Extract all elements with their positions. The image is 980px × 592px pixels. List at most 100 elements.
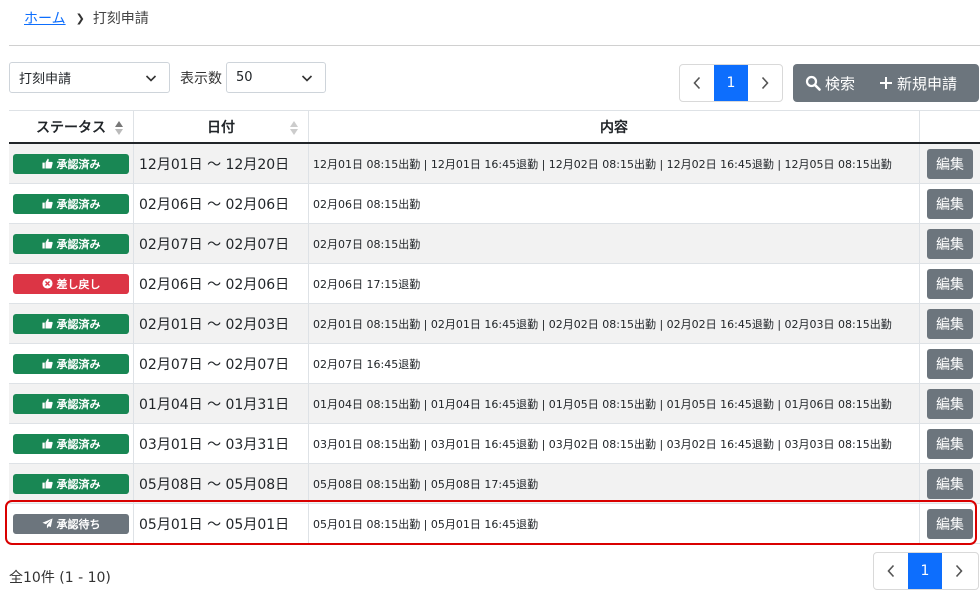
- date-range: 05月01日 〜 05月01日: [134, 504, 309, 543]
- date-range: 02月06日 〜 02月06日: [134, 184, 309, 223]
- count-label: 表示数: [180, 70, 222, 87]
- table-row[interactable]: 差し戻し 02月06日 〜 02月06日 02月06日 17:15退勤 編集: [9, 264, 980, 304]
- count-select-value: 50: [236, 70, 253, 85]
- date-range: 02月06日 〜 02月06日: [134, 264, 309, 303]
- date-range: 03月01日 〜 03月31日: [134, 424, 309, 463]
- paper-plane-icon: [41, 518, 53, 529]
- edit-button[interactable]: 編集: [927, 148, 973, 179]
- total-count: 全10件 (1 - 10): [9, 570, 111, 586]
- content-cell: 12月01日 08:15出勤 | 12月01日 16:45退勤 | 12月02日…: [309, 144, 920, 183]
- type-select[interactable]: 打刻申請: [9, 62, 170, 93]
- content-text: 12月01日 08:15出勤 | 12月01日 16:45退勤 | 12月02日…: [313, 157, 892, 171]
- status-badge: 承認済み: [13, 393, 129, 414]
- action-button-group: 検索 新規申請: [793, 64, 979, 102]
- status-badge-label: 承認済み: [56, 317, 101, 331]
- edit-button[interactable]: 編集: [927, 268, 973, 299]
- edit-button[interactable]: 編集: [927, 228, 973, 259]
- thumbs-up-icon: [41, 478, 53, 489]
- content-text: 05月01日 08:15出勤 | 05月01日 16:45退勤: [313, 517, 539, 531]
- sort-icon: [115, 121, 123, 135]
- breadcrumb-separator-icon: ❯: [75, 11, 85, 25]
- table-row[interactable]: 承認済み 02月06日 〜 02月06日 02月06日 08:15出勤 編集: [9, 184, 980, 224]
- prev-page-button[interactable]: [680, 65, 714, 101]
- thumbs-up-icon: [41, 398, 53, 409]
- status-badge-label: 承認済み: [56, 157, 101, 171]
- content-text: 02月06日 08:15出勤: [313, 197, 421, 211]
- thumbs-up-icon: [41, 358, 53, 369]
- table-row[interactable]: 承認済み 05月08日 〜 05月08日 05月08日 08:15出勤 | 05…: [9, 464, 980, 504]
- chevron-left-icon: [887, 564, 895, 578]
- search-button-label: 検索: [825, 74, 856, 93]
- x-circle-icon: [41, 278, 53, 289]
- status-badge: 承認済み: [13, 473, 129, 494]
- column-header-status[interactable]: ステータス: [9, 111, 134, 142]
- column-header-date[interactable]: 日付: [134, 111, 309, 142]
- new-request-button[interactable]: 新規申請: [867, 64, 969, 102]
- date-range: 01月04日 〜 01月31日: [134, 384, 309, 423]
- status-badge: 差し戻し: [13, 273, 129, 294]
- edit-button[interactable]: 編集: [927, 308, 973, 339]
- status-badge: 承認済み: [13, 313, 129, 334]
- breadcrumb: ホーム ❯ 打刻申請: [24, 8, 149, 28]
- pagination-top: 1: [679, 64, 783, 102]
- status-badge-label: 承認待ち: [56, 517, 101, 531]
- table-row[interactable]: 承認済み 01月04日 〜 01月31日 01月04日 08:15出勤 | 01…: [9, 384, 980, 424]
- content-cell: 02月01日 08:15出勤 | 02月01日 16:45退勤 | 02月02日…: [309, 304, 920, 343]
- status-badge: 承認済み: [13, 433, 129, 454]
- content-text: 02月07日 08:15出勤: [313, 237, 421, 251]
- status-badge-label: 承認済み: [56, 357, 101, 371]
- date-range: 02月07日 〜 02月07日: [134, 224, 309, 263]
- pagination-bottom: 1: [873, 552, 979, 590]
- content-text: 03月01日 08:15出勤 | 03月01日 16:45退勤 | 03月02日…: [313, 437, 892, 451]
- page-button-current[interactable]: 1: [714, 65, 748, 101]
- content-cell: 02月06日 08:15出勤: [309, 184, 920, 223]
- content-text: 05月08日 08:15出勤 | 05月08日 17:45退勤: [313, 477, 539, 491]
- next-page-button[interactable]: [942, 553, 976, 589]
- breadcrumb-home-link[interactable]: ホーム: [24, 8, 66, 28]
- next-page-button[interactable]: [748, 65, 782, 101]
- edit-button[interactable]: 編集: [927, 428, 973, 459]
- chevron-left-icon: [693, 76, 701, 90]
- column-header-status-label: ステータス: [36, 119, 106, 136]
- request-table: ステータス 日付 内容 承認済み 12月01日 〜 12月20日 12月01日 …: [9, 110, 980, 544]
- table-row[interactable]: 承認済み 12月01日 〜 12月20日 12月01日 08:15出勤 | 12…: [9, 144, 980, 184]
- date-range: 12月01日 〜 12月20日: [134, 144, 309, 183]
- table-header: ステータス 日付 内容: [9, 110, 980, 144]
- table-row[interactable]: 承認済み 03月01日 〜 03月31日 03月01日 08:15出勤 | 03…: [9, 424, 980, 464]
- search-button[interactable]: 検索: [793, 64, 867, 102]
- edit-button[interactable]: 編集: [927, 188, 973, 219]
- status-badge-label: 承認済み: [56, 197, 101, 211]
- filter-bar: 打刻申請 表示数 50: [9, 62, 326, 93]
- table-row[interactable]: 承認済み 02月01日 〜 02月03日 02月01日 08:15出勤 | 02…: [9, 304, 980, 344]
- column-header-actions: [920, 111, 980, 142]
- page-button-current[interactable]: 1: [908, 553, 942, 589]
- prev-page-button[interactable]: [874, 553, 908, 589]
- status-badge-label: 差し戻し: [56, 277, 101, 291]
- table-row[interactable]: 承認済み 02月07日 〜 02月07日 02月07日 08:15出勤 編集: [9, 224, 980, 264]
- content-cell: 02月07日 16:45退勤: [309, 344, 920, 383]
- content-cell: 01月04日 08:15出勤 | 01月04日 16:45退勤 | 01月05日…: [309, 384, 920, 423]
- status-badge-label: 承認済み: [56, 237, 101, 251]
- content-cell: 05月01日 08:15出勤 | 05月01日 16:45退勤: [309, 504, 920, 543]
- edit-button[interactable]: 編集: [927, 468, 973, 499]
- table-row[interactable]: 承認済み 02月07日 〜 02月07日 02月07日 16:45退勤 編集: [9, 344, 980, 384]
- chevron-down-icon: [301, 74, 313, 82]
- edit-button[interactable]: 編集: [927, 388, 973, 419]
- thumbs-up-icon: [41, 438, 53, 449]
- table-row[interactable]: 承認待ち 05月01日 〜 05月01日 05月01日 08:15出勤 | 05…: [9, 504, 980, 544]
- status-badge-label: 承認済み: [56, 437, 101, 451]
- thumbs-up-icon: [41, 318, 53, 329]
- content-cell: 02月06日 17:15退勤: [309, 264, 920, 303]
- edit-button[interactable]: 編集: [927, 348, 973, 379]
- content-text: 02月06日 17:15退勤: [313, 277, 421, 291]
- breadcrumb-current: 打刻申請: [92, 11, 149, 27]
- thumbs-up-icon: [41, 198, 53, 209]
- content-text: 02月01日 08:15出勤 | 02月01日 16:45退勤 | 02月02日…: [313, 317, 892, 331]
- edit-button[interactable]: 編集: [927, 508, 973, 539]
- divider: [9, 45, 980, 46]
- search-icon: [805, 75, 821, 91]
- count-select[interactable]: 50: [226, 62, 326, 93]
- thumbs-up-icon: [41, 238, 53, 249]
- date-range: 02月07日 〜 02月07日: [134, 344, 309, 383]
- content-cell: 05月08日 08:15出勤 | 05月08日 17:45退勤: [309, 464, 920, 503]
